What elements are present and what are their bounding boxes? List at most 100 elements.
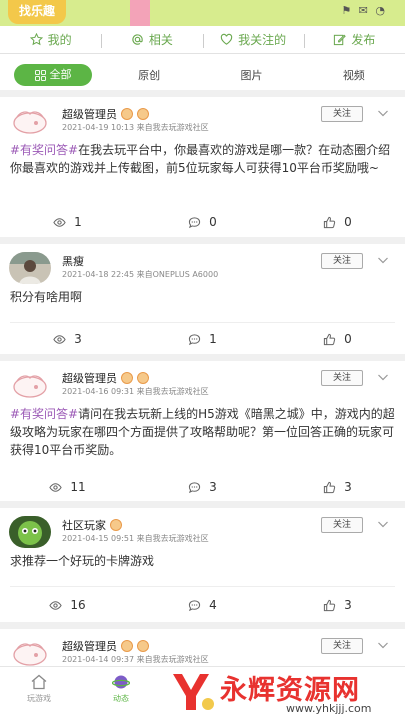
post-meta: 2021-04-18 22:45 来自ONEPLUS A6000 (62, 270, 219, 279)
comment-count[interactable]: 4 (135, 595, 270, 615)
comment-icon (189, 333, 201, 345)
view-count[interactable]: 11 (0, 477, 135, 497)
like-count[interactable]: 0 (270, 212, 405, 232)
comment-icon (189, 481, 201, 493)
eye-icon (49, 600, 63, 610)
avatar[interactable] (9, 105, 51, 137)
watermark-url: www.yhkjjj.com (286, 702, 372, 715)
nav-feed[interactable]: 动态 (96, 673, 146, 704)
filter-original[interactable]: 原创 (98, 67, 200, 83)
eye-icon (49, 482, 63, 492)
chevron-down-icon[interactable] (377, 254, 389, 266)
post-stats: 11 3 3 (0, 477, 405, 497)
nav-feed-label: 动态 (113, 694, 129, 703)
nav-games[interactable]: 玩游戏 (14, 673, 64, 704)
tab-following-label: 我关注的 (238, 33, 287, 47)
tab-mine[interactable]: 我的 (0, 31, 101, 48)
view-count[interactable]: 3 (0, 329, 135, 349)
avatar[interactable] (9, 637, 51, 666)
medal-icon (137, 640, 149, 652)
view-count[interactable]: 1 (0, 212, 135, 232)
tab-related[interactable]: 相关 (101, 31, 202, 48)
section-separator (0, 237, 405, 244)
chevron-down-icon[interactable] (377, 371, 389, 383)
chevron-down-icon[interactable] (377, 107, 389, 119)
post-meta: 2021-04-19 10:13 来自我去玩游戏社区 (62, 123, 209, 132)
follow-button[interactable]: 关注 (321, 106, 363, 122)
view-count[interactable]: 16 (0, 595, 135, 615)
follow-button[interactable]: 关注 (321, 517, 363, 533)
post-stats: 3 1 0 (0, 329, 405, 349)
eye-icon (53, 217, 66, 227)
post-meta: 2021-04-16 09:31 来自我去玩游戏社区 (62, 387, 209, 396)
author-name[interactable]: 超级管理员 (62, 106, 149, 122)
follow-button[interactable]: 关注 (321, 638, 363, 654)
post-content[interactable]: 积分有啥用啊 (0, 288, 405, 306)
avatar[interactable] (9, 369, 51, 401)
divider (10, 322, 395, 323)
avatar[interactable] (9, 516, 51, 548)
chevron-down-icon[interactable] (377, 639, 389, 651)
divider (10, 586, 395, 587)
post-content[interactable]: 求推荐一个好玩的卡牌游戏 (0, 552, 405, 570)
medal-icon (121, 640, 133, 652)
at-icon (132, 34, 143, 45)
like-count[interactable]: 3 (270, 477, 405, 497)
tab-following[interactable]: 我关注的 (202, 31, 304, 48)
tab-publish-label: 发布 (351, 33, 376, 47)
comment-count[interactable]: 1 (135, 329, 270, 349)
thumbs-up-icon (324, 333, 336, 345)
home-icon (31, 674, 47, 690)
post-card[interactable]: 超级管理员 2021-04-14 09:37 来自我去玩游戏社区 关注 (0, 629, 405, 666)
filter-all[interactable]: 全部 (14, 64, 92, 86)
post-card[interactable]: 黑瘦 2021-04-18 22:45 来自ONEPLUS A6000 关注 积… (0, 244, 405, 348)
post-meta: 2021-04-15 09:51 来自我去玩游戏社区 (62, 534, 209, 543)
post-text: 积分有啥用啊 (10, 290, 83, 304)
post-content[interactable]: #有奖问答#在我去玩平台中，你最喜欢的游戏是哪一款？在动态圈介绍你最喜欢的游戏并… (0, 141, 405, 177)
medal-icon (121, 108, 133, 120)
filter-bar: 全部 原创 图片 视频 (0, 62, 405, 88)
section-separator (0, 354, 405, 361)
watermark: 永辉资源网 www.yhkjjj.com (168, 664, 405, 720)
author-name[interactable]: 超级管理员 (62, 370, 149, 386)
section-separator (0, 501, 405, 508)
medal-icon (110, 519, 122, 531)
hashtag[interactable]: #有奖问答# (10, 407, 78, 421)
like-count[interactable]: 0 (270, 329, 405, 349)
filter-videos[interactable]: 视频 (303, 67, 405, 83)
banner-decoration (130, 0, 150, 26)
comment-icon (189, 599, 201, 611)
follow-button[interactable]: 关注 (321, 253, 363, 269)
author-name[interactable]: 超级管理员 (62, 638, 149, 654)
like-count[interactable]: 3 (270, 595, 405, 615)
tab-publish[interactable]: 发布 (303, 31, 405, 48)
app-logo: 找乐趣 (8, 0, 66, 24)
author-name[interactable]: 黑瘦 (62, 253, 84, 269)
heart-icon (220, 33, 233, 45)
comment-count[interactable]: 3 (135, 477, 270, 497)
eye-icon (53, 334, 66, 344)
medal-icon (137, 372, 149, 384)
medal-icon (121, 372, 133, 384)
author-name[interactable]: 社区玩家 (62, 517, 122, 533)
post-text: 求推荐一个好玩的卡牌游戏 (10, 554, 155, 568)
tab-mine-label: 我的 (47, 33, 72, 47)
filter-images[interactable]: 图片 (200, 67, 302, 83)
post-card[interactable]: 社区玩家 2021-04-15 09:51 来自我去玩游戏社区 关注 求推荐一个… (0, 508, 405, 622)
post-content[interactable]: #有奖问答#请问在我去玩新上线的H5游戏《暗黑之城》中，游戏内的超级攻略为玩家在… (0, 405, 405, 459)
hashtag[interactable]: #有奖问答# (10, 143, 78, 157)
post-stats: 16 4 3 (0, 595, 405, 615)
post-card[interactable]: 超级管理员 2021-04-19 10:13 来自我去玩游戏社区 关注 #有奖问… (0, 97, 405, 237)
avatar[interactable] (9, 252, 51, 284)
post-card[interactable]: 超级管理员 2021-04-16 09:31 来自我去玩游戏社区 关注 #有奖问… (0, 361, 405, 501)
comment-count[interactable]: 0 (135, 212, 270, 232)
thumbs-up-icon (324, 481, 336, 493)
watermark-logo-icon (173, 674, 214, 710)
planet-icon (112, 675, 130, 689)
top-banner: 找乐趣 ⚑ ✉ ◔ (0, 0, 405, 26)
nav-games-label: 玩游戏 (27, 694, 51, 703)
comment-icon (189, 216, 201, 228)
medal-icon (137, 108, 149, 120)
follow-button[interactable]: 关注 (321, 370, 363, 386)
chevron-down-icon[interactable] (377, 518, 389, 530)
